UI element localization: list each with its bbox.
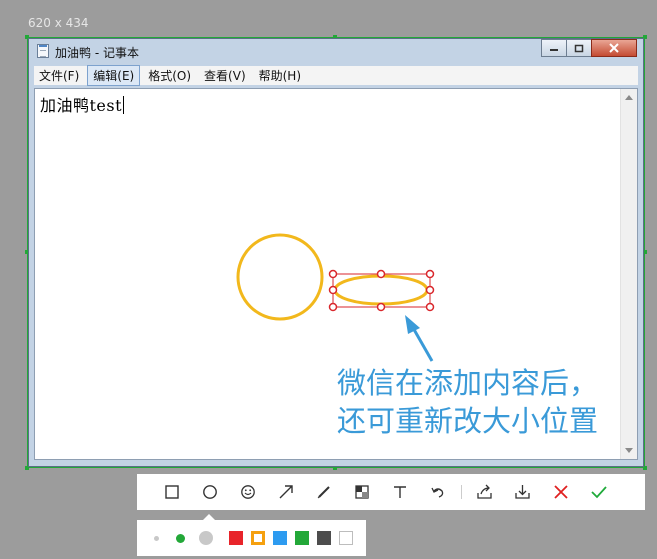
color-swatch-green[interactable] [295,531,309,545]
cancel-icon [554,485,568,499]
annotation-text-line-2: 还可重新改大小位置 [337,404,599,438]
color-swatch-white[interactable] [339,531,353,545]
download-icon [515,485,530,499]
share-icon [477,484,492,499]
annotation-circle[interactable] [236,233,324,321]
color-swatch-orange-selected[interactable] [251,531,265,545]
text-tool[interactable] [381,474,419,510]
undo-tool[interactable] [419,474,457,510]
mosaic-icon [355,485,369,499]
emoji-tool[interactable] [229,474,267,510]
confirm-icon [591,486,607,499]
pen-tool[interactable] [305,474,343,510]
screenshot-toolbar [137,474,645,510]
annotation-arrow[interactable] [405,315,434,362]
confirm-button[interactable] [580,474,618,510]
cancel-button[interactable] [542,474,580,510]
undo-icon [431,487,444,498]
mosaic-tool[interactable] [343,474,381,510]
style-panel [137,514,366,556]
color-swatch-red[interactable] [229,531,243,545]
share-tool[interactable] [466,474,504,510]
annotation-ellipse[interactable] [333,274,429,306]
ellipse-tool[interactable] [191,474,229,510]
annotation-text[interactable]: 微信在添加内容后， 还可重新改大小位置 [337,364,598,440]
color-swatch-dark-gray[interactable] [317,531,331,545]
ellipse-icon [203,485,217,499]
toolbar-divider [461,485,462,499]
download-tool[interactable] [504,474,542,510]
arrow-tool[interactable] [267,474,305,510]
emoji-icon [241,485,255,499]
arrow-icon [279,485,293,499]
annotation-text-line-1: 微信在添加内容后， [337,366,599,400]
pen-icon [317,486,330,499]
color-swatch-blue[interactable] [273,531,287,545]
size-small-option[interactable] [154,536,159,541]
ellipse-resize-handles[interactable] [328,269,435,312]
rectangle-tool[interactable] [153,474,191,510]
size-large-option[interactable] [199,531,213,545]
text-icon [394,486,406,498]
size-medium-option[interactable] [176,534,185,543]
rectangle-icon [165,485,179,499]
